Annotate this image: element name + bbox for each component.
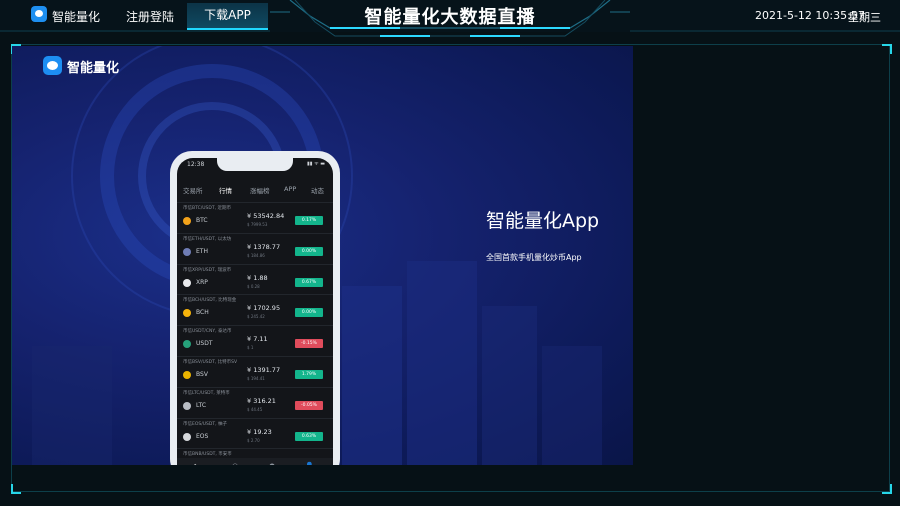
coin-usd-price: $ 1 [247, 345, 254, 351]
coin-usd-price: $ 2.70 [247, 437, 260, 443]
app-promo-banner: 智能量化 智能量化App 全国首款手机量化炒币App 12:38 ▮▮ ᯤ ▬ … [12, 46, 633, 465]
coin-row[interactable]: 币信BTC/USDT, 近期币 BTC ¥ 53542.84 $ 7999.53 0.1… [177, 202, 333, 233]
coin-logo-icon [183, 370, 191, 379]
phone-mockup: 12:38 ▮▮ ᯤ ▬ 交易所 行情 涨幅榜 APP 动态 币信BTC/USDT, 近… [170, 151, 340, 465]
coin-source: 币信BNB/USDT, 币安币 [183, 452, 232, 458]
top-bar: 智能量化 注册登陆 下载APP 智能量化大数据直播 2021-5-12 10:3… [0, 0, 900, 37]
coin-price: ¥ 1702.95 [247, 304, 281, 313]
coin-list: 币信BTC/USDT, 近期币 BTC ¥ 53542.84 $ 7999.53 0.1… [177, 202, 333, 465]
coin-logo-icon [183, 247, 191, 256]
coin-logo-icon [183, 401, 191, 410]
coin-source: 币信BSV/USDT, 比特币SV [183, 359, 238, 365]
market-icon[interactable]: ◎ [232, 462, 238, 465]
coin-symbol: USDT [196, 340, 213, 348]
frame-corner [882, 484, 892, 494]
coin-usd-price: $ 0.28 [247, 283, 260, 289]
coin-row[interactable]: 币信LTC/USDT, 莱特币 LTC ¥ 316.21 $ 44.45 -0.05% [177, 386, 333, 418]
coin-change-badge: 0.63% [295, 431, 323, 441]
phone-tab[interactable]: 行情 [219, 185, 232, 195]
coin-price: ¥ 1.88 [247, 273, 268, 282]
phone-bottom-nav: ⌂ ◎ ● 👤 [177, 458, 333, 465]
phone-screen: 12:38 ▮▮ ᯤ ▬ 交易所 行情 涨幅榜 APP 动态 币信BTC/USDT, 近… [177, 158, 333, 465]
coin-row[interactable]: 币信BSV/USDT, 比特币SV BSV ¥ 1391.77 $ 194.41 1.7… [177, 355, 333, 387]
phone-notch [217, 158, 293, 171]
nav-home-link[interactable]: 智能量化 [52, 8, 100, 25]
coin-logo-icon [183, 278, 191, 287]
banner-brand-name: 智能量化 [67, 61, 120, 76]
coin-logo-icon [183, 217, 191, 225]
phone-tab[interactable]: 交易所 [183, 185, 203, 195]
coin-usd-price: $ 44.45 [247, 406, 263, 412]
coin-logo-icon [183, 309, 191, 318]
coin-source: 币信USDT/CNY, 泰达币 [183, 329, 232, 335]
nav-download-app-tab[interactable]: 下载APP [187, 3, 268, 30]
coin-usd-price: $ 194.41 [247, 375, 265, 381]
coin-price: ¥ 1391.77 [247, 365, 281, 374]
profile-icon[interactable]: 👤 [305, 462, 314, 465]
coin-change-badge: 0.67% [295, 277, 323, 287]
coin-row[interactable]: 币信USDT/CNY, 泰达币 USDT ¥ 7.11 $ 1 -0.15% [177, 325, 333, 356]
coin-change-badge: 1.79% [295, 369, 323, 379]
app-title: 智能量化App [486, 210, 600, 232]
coin-source: 币信EOS/USDT, 柚子 [183, 421, 227, 427]
coin-change-badge: 0.00% [295, 308, 323, 318]
coin-row[interactable]: 币信EOS/USDT, 柚子 EOS ¥ 19.23 $ 2.70 0.63% [177, 417, 333, 449]
phone-status-time: 12:38 [187, 161, 205, 168]
coin-row[interactable]: 币信XRP/USDT, 瑞波币 XRP ¥ 1.88 $ 0.28 0.67% [177, 263, 333, 295]
coin-change-badge: 0.17% [295, 216, 323, 225]
coin-source: 币信BCH/USDT, 比特现金 [183, 298, 237, 304]
coin-logo-icon [183, 340, 191, 349]
coin-symbol: XRP [196, 278, 208, 286]
coin-price: ¥ 7.11 [247, 335, 268, 344]
coin-source: 币信ETH/USDT, 以太坊 [183, 236, 232, 242]
coin-price: ¥ 316.21 [247, 396, 276, 405]
frame-corner [11, 484, 21, 494]
phone-status-icons: ▮▮ ᯤ ▬ [307, 161, 325, 167]
coin-symbol: LTC [196, 401, 207, 409]
coin-usd-price: $ 184.86 [247, 252, 265, 258]
frame-corner [882, 44, 892, 54]
coin-price: ¥ 19.23 [247, 427, 272, 436]
coin-usd-price: $ 7999.53 [247, 222, 268, 227]
nav-register-link[interactable]: 注册登陆 [126, 8, 174, 25]
phone-tab[interactable]: 动态 [311, 185, 324, 195]
page-title: 智能量化大数据直播 [364, 7, 536, 28]
phone-tab[interactable]: APP [284, 185, 296, 193]
coin-source: 币信LTC/USDT, 莱特币 [183, 390, 230, 396]
coin-logo-icon [183, 432, 191, 441]
home-icon[interactable]: ⌂ [193, 462, 197, 465]
coin-symbol: ETH [196, 247, 208, 255]
coin-source: 币信XRP/USDT, 瑞波币 [183, 267, 232, 273]
coin-row[interactable]: 币信ETH/USDT, 以太坊 ETH ¥ 1378.77 $ 184.86 0.00% [177, 232, 333, 264]
phone-tab[interactable]: 涨幅榜 [250, 185, 270, 195]
brand-logo-icon [43, 56, 62, 75]
coin-symbol: BSV [196, 370, 208, 378]
current-weekday: 星期三 [848, 11, 881, 24]
coin-symbol: EOS [196, 432, 209, 440]
coin-price: ¥ 53542.84 [247, 212, 285, 220]
coin-symbol: BCH [196, 309, 209, 317]
coin-row[interactable]: 币信BCH/USDT, 比特现金 BCH ¥ 1702.95 $ 245.42 0.00… [177, 294, 333, 325]
phone-app-tabs: 交易所 行情 涨幅榜 APP 动态 [177, 183, 333, 197]
coin-change-badge: 0.00% [295, 246, 323, 256]
coin-change-badge: -0.15% [295, 339, 323, 349]
brand-logo-icon[interactable] [31, 6, 47, 22]
coin-usd-price: $ 245.42 [247, 314, 265, 320]
coin-source: 币信BTC/USDT, 近期币 [183, 206, 231, 211]
coin-price: ¥ 1378.77 [247, 242, 281, 251]
discover-icon[interactable]: ● [269, 462, 275, 465]
app-subtitle: 全国首款手机量化炒币App [486, 253, 582, 262]
coin-change-badge: -0.05% [295, 400, 323, 410]
coin-symbol: BTC [196, 217, 208, 224]
